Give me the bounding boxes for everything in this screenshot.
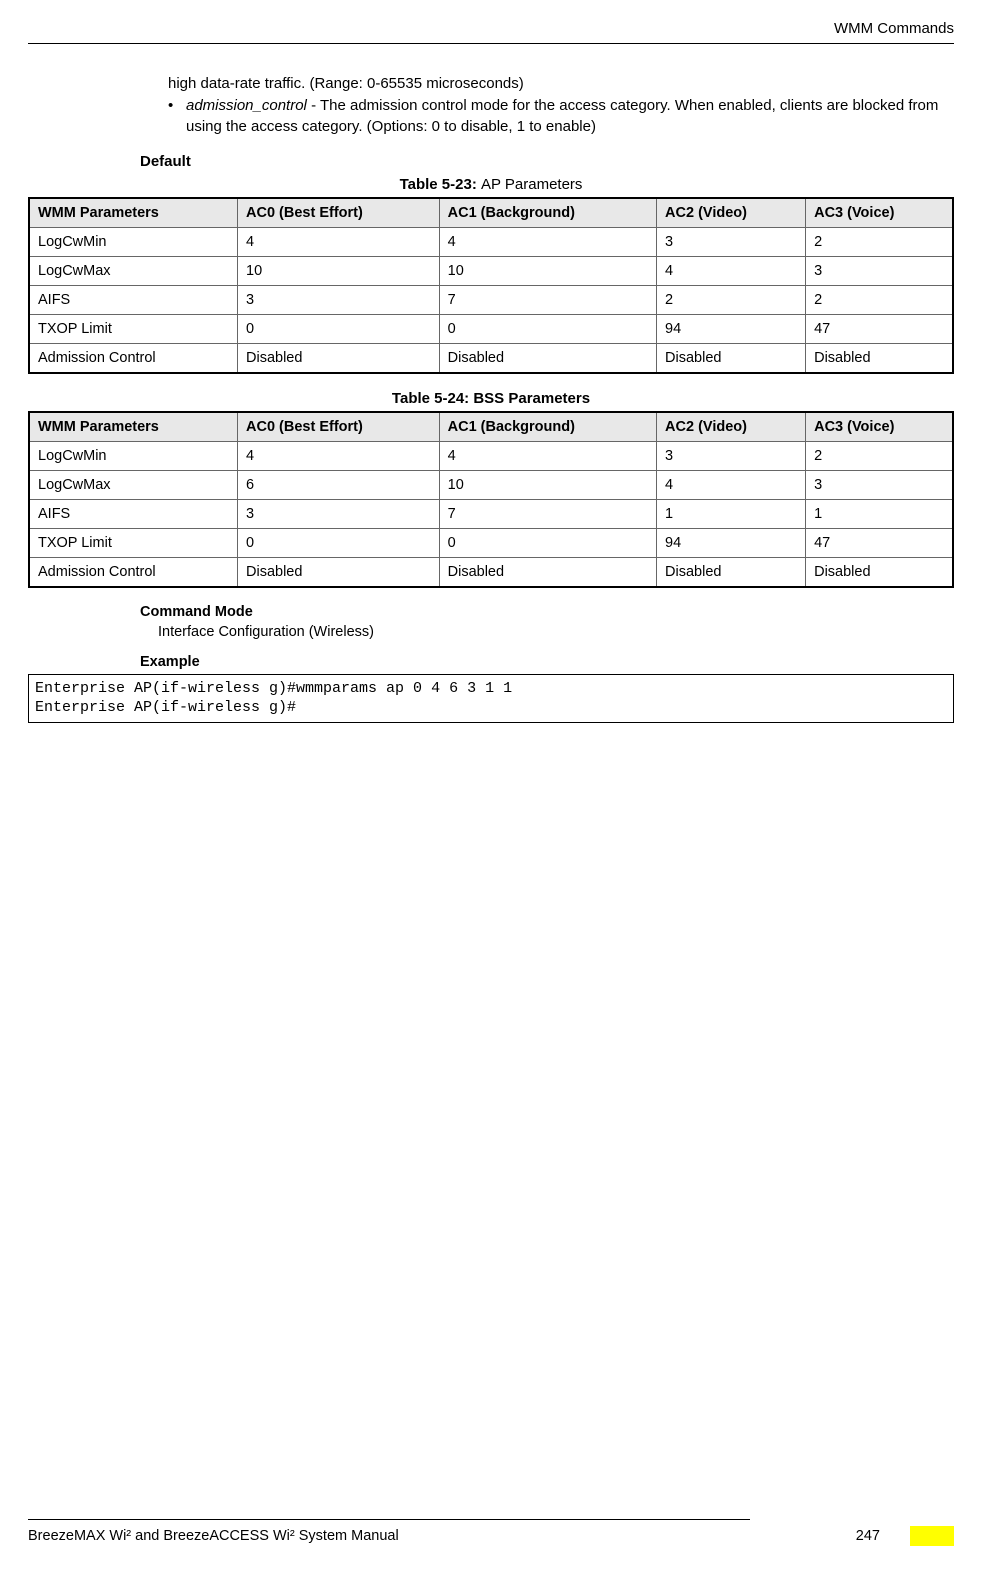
table-bss-parameters: WMM Parameters AC0 (Best Effort) AC1 (Ba…: [28, 411, 954, 588]
t23-h4: AC3 (Voice): [806, 198, 953, 228]
t23-h3: AC2 (Video): [657, 198, 806, 228]
table-row: TXOP Limit 0 0 94 47: [29, 314, 953, 343]
intro-bullet: • admission_control - The admission cont…: [168, 96, 954, 137]
table-row: AIFS 3 7 1 1: [29, 499, 953, 528]
page-footer: BreezeMAX Wi² and BreezeACCESS Wi² Syste…: [28, 1519, 954, 1546]
table-row: LogCwMax 6 10 4 3: [29, 470, 953, 499]
bullet-term: admission_control: [186, 97, 307, 114]
table24-caption: Table 5-24: BSS Parameters: [28, 390, 954, 407]
table-row: LogCwMin 4 4 3 2: [29, 441, 953, 470]
command-mode-heading: Command Mode: [28, 604, 954, 620]
bullet-text: admission_control - The admission contro…: [186, 96, 954, 137]
yellow-marker: [910, 1526, 954, 1546]
command-mode-body: Interface Configuration (Wireless): [28, 624, 954, 640]
header-title: WMM Commands: [28, 20, 954, 37]
table-row: Admission Control Disabled Disabled Disa…: [29, 343, 953, 373]
t23-h0: WMM Parameters: [29, 198, 238, 228]
intro-line: high data-rate traffic. (Range: 0-65535 …: [168, 74, 954, 94]
table23-caption-bold: Table 5-23:: [400, 176, 481, 193]
table23-caption: Table 5-23: AP Parameters: [28, 176, 954, 193]
table23-caption-rest: AP Parameters: [481, 176, 582, 193]
t24-h3: AC2 (Video): [657, 412, 806, 442]
bullet-icon: •: [168, 96, 186, 137]
example-codebox: Enterprise AP(if-wireless g)#wmmparams a…: [28, 674, 954, 723]
example-heading: Example: [28, 654, 954, 670]
t24-h0: WMM Parameters: [29, 412, 238, 442]
page-number: 247: [856, 1528, 910, 1544]
table-row: TXOP Limit 0 0 94 47: [29, 528, 953, 557]
table-row: LogCwMin 4 4 3 2: [29, 227, 953, 256]
page-header: WMM Commands: [28, 20, 954, 44]
t24-h2: AC1 (Background): [439, 412, 656, 442]
t23-h1: AC0 (Best Effort): [238, 198, 440, 228]
t24-h4: AC3 (Voice): [806, 412, 953, 442]
table-row: LogCwMax 10 10 4 3: [29, 256, 953, 285]
example-line1: Enterprise AP(if-wireless g)#wmmparams a…: [35, 680, 512, 697]
t23-h2: AC1 (Background): [439, 198, 656, 228]
example-line2: Enterprise AP(if-wireless g)#: [35, 699, 296, 716]
footer-manual-title: BreezeMAX Wi² and BreezeACCESS Wi² Syste…: [28, 1528, 399, 1544]
t24-h1: AC0 (Best Effort): [238, 412, 440, 442]
default-heading: Default: [28, 153, 954, 170]
table-row: AIFS 3 7 2 2: [29, 285, 953, 314]
table-ap-parameters: WMM Parameters AC0 (Best Effort) AC1 (Ba…: [28, 197, 954, 374]
footer-rule: [28, 1519, 750, 1520]
table-row: Admission Control Disabled Disabled Disa…: [29, 557, 953, 587]
